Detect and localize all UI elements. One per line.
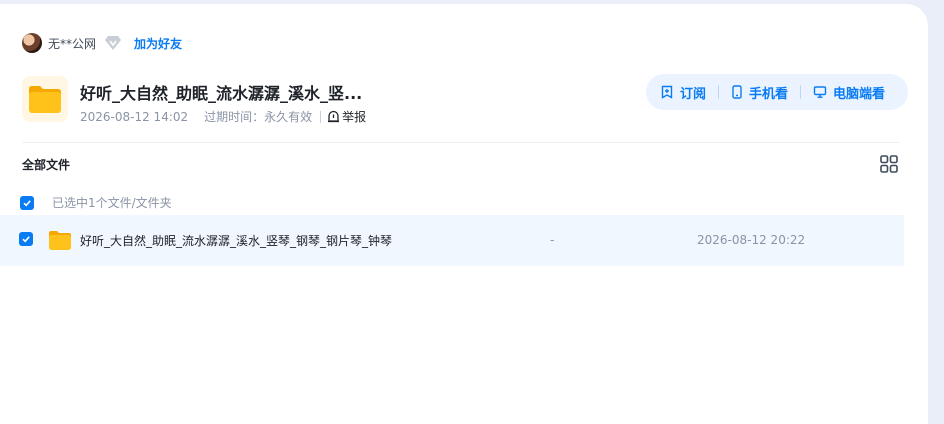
meta-divider: [320, 110, 322, 123]
action-divider: [718, 85, 720, 99]
checkmark-icon: [22, 236, 30, 243]
avatar[interactable]: [22, 33, 42, 53]
share-card: 无**公网 加为好友 好听_大自然_助眠_流水潺潺_溪水_竖... 2026-0…: [0, 4, 928, 424]
checkmark-icon: [23, 199, 31, 206]
row-checkbox[interactable]: [19, 232, 33, 246]
file-date: 2026-08-12 20:22: [697, 233, 806, 247]
subscribe-label: 订阅: [680, 86, 707, 102]
add-friend-button[interactable]: 加为好友: [134, 35, 182, 52]
phone-icon: [732, 85, 742, 99]
action-divider: [800, 85, 802, 99]
report-label: 举报: [342, 110, 367, 124]
mobile-view-label: 手机看: [749, 86, 789, 102]
header-divider: [22, 142, 900, 143]
share-date: 2026-08-12 14:02: [80, 109, 189, 124]
report-button[interactable]: 举报: [327, 108, 366, 125]
report-icon: [328, 110, 340, 123]
desktop-view-label: 电脑端看: [833, 86, 886, 102]
expire-label: 过期时间：: [204, 110, 265, 124]
file-name[interactable]: 好听_大自然_助眠_流水潺潺_溪水_竖琴_钢琴_钢片琴_钟琴: [80, 232, 392, 249]
subscribe-icon: [661, 85, 673, 99]
subscribe-button[interactable]: 订阅: [660, 83, 706, 102]
select-all-row: 已选中1个文件/文件夹: [20, 194, 172, 211]
user-row: 无**公网 加为好友: [22, 31, 182, 55]
file-size: -: [550, 233, 555, 247]
username[interactable]: 无**公网: [48, 35, 96, 52]
action-pill: 订阅 手机看 电脑端看: [646, 74, 908, 110]
selected-count-text: 已选中1个文件/文件夹: [52, 196, 172, 210]
desktop-view-button[interactable]: 电脑端看: [813, 83, 885, 102]
share-meta: 2026-08-12 14:02 过期时间： 永久有效 举报: [80, 108, 366, 125]
expire-value: 永久有效: [264, 110, 313, 124]
mobile-view-button[interactable]: 手机看: [731, 83, 788, 102]
all-files-label: 全部文件: [22, 158, 71, 172]
monitor-icon: [813, 86, 827, 98]
table-row[interactable]: 好听_大自然_助眠_流水潺潺_溪水_竖琴_钢琴_钢片琴_钟琴 - 2026-08…: [0, 215, 904, 266]
folder-icon: [22, 76, 68, 122]
select-all-checkbox[interactable]: [20, 195, 34, 210]
vip-diamond-icon: [104, 35, 122, 51]
share-title: 好听_大自然_助眠_流水潺潺_溪水_竖...: [80, 84, 363, 103]
grid-view-icon[interactable]: [879, 154, 899, 174]
folder-icon: [48, 229, 72, 251]
